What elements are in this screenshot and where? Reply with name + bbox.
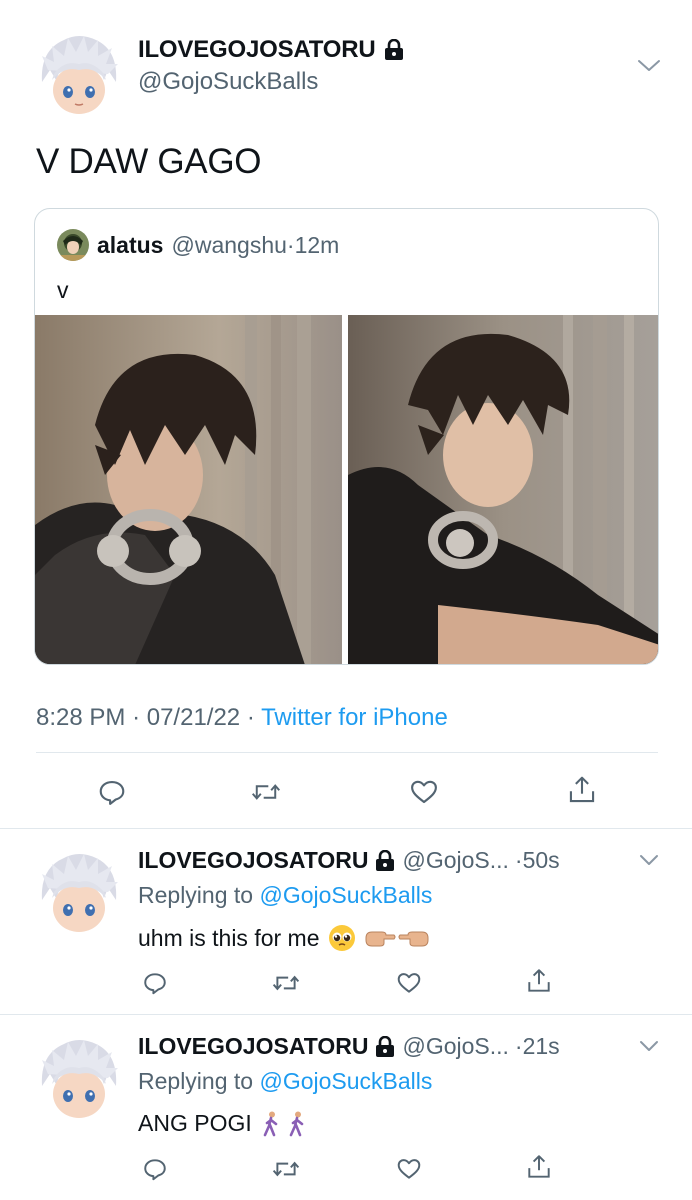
reply-header: ILOVEGOJOSATORU @GojoS... ·21s bbox=[138, 1033, 560, 1060]
tweet-time: 8:28 PM bbox=[36, 704, 126, 731]
reply-header: ILOVEGOJOSATORU @GojoS... ·50s bbox=[138, 847, 560, 874]
reply-display-name[interactable]: ILOVEGOJOSATORU bbox=[138, 847, 368, 874]
retweet-icon[interactable] bbox=[271, 968, 301, 998]
reply-time: ·21s bbox=[514, 1033, 560, 1059]
heart-icon[interactable] bbox=[394, 968, 424, 998]
reply-icon[interactable] bbox=[140, 1154, 170, 1184]
quoted-photo-2[interactable] bbox=[348, 315, 658, 664]
reply-handle[interactable]: @GojoS... bbox=[402, 847, 508, 874]
heart-icon[interactable] bbox=[409, 777, 439, 807]
retweet-icon[interactable] bbox=[251, 777, 281, 807]
quoted-tweet-card[interactable]: alatus @wangshu·12m v bbox=[34, 208, 659, 665]
main-avatar[interactable] bbox=[34, 30, 124, 120]
replying-to-label: Replying to bbox=[138, 1068, 254, 1094]
lock-icon bbox=[374, 849, 396, 872]
tweet-text: V DAW GAGO bbox=[36, 142, 262, 181]
reply-avatar[interactable] bbox=[34, 848, 124, 938]
reply-text: ANG POGI bbox=[138, 1110, 252, 1136]
quoted-tweet-header: alatus @wangshu·12m bbox=[57, 229, 339, 261]
tweet-date: 07/21/22 bbox=[146, 704, 241, 731]
reply-handle[interactable]: @GojoS... bbox=[402, 1033, 508, 1060]
share-icon[interactable] bbox=[567, 775, 597, 805]
divider bbox=[0, 1014, 692, 1015]
pleading-face-emoji bbox=[328, 924, 356, 952]
heart-icon[interactable] bbox=[394, 1154, 424, 1184]
tweet-source-link[interactable]: Twitter for iPhone bbox=[261, 704, 448, 731]
reply-avatar[interactable] bbox=[34, 1034, 124, 1124]
replying-to-mention[interactable]: @GojoSuckBalls bbox=[259, 1068, 432, 1094]
quoted-display-name: alatus bbox=[97, 231, 164, 258]
divider bbox=[0, 828, 692, 829]
chevron-down-icon[interactable] bbox=[638, 1038, 660, 1059]
dot-separator: · bbox=[246, 704, 255, 731]
lock-icon bbox=[374, 1035, 396, 1058]
dot-separator: · bbox=[286, 231, 295, 258]
quoted-time: 12m bbox=[294, 231, 340, 258]
walking-person-emoji bbox=[260, 1111, 316, 1137]
lock-icon bbox=[383, 38, 405, 61]
share-icon[interactable] bbox=[524, 966, 554, 996]
quoted-handle: @wangshu bbox=[171, 231, 287, 258]
quoted-handle-line: @wangshu·12m bbox=[171, 232, 339, 259]
replying-to-mention[interactable]: @GojoSuckBalls bbox=[259, 882, 432, 908]
quoted-avatar bbox=[57, 229, 89, 261]
quoted-photo-1[interactable] bbox=[35, 315, 342, 664]
main-display-name[interactable]: ILOVEGOJOSATORU bbox=[138, 36, 405, 64]
tweet-meta: 8:28 PM · 07/21/22 · Twitter for iPhone bbox=[36, 704, 448, 732]
quoted-tweet-text: v bbox=[57, 277, 69, 303]
replying-to-line: Replying to @GojoSuckBalls bbox=[138, 882, 432, 909]
chevron-down-icon[interactable] bbox=[636, 56, 662, 79]
reply-body: uhm is this for me bbox=[138, 924, 430, 952]
reply-icon[interactable] bbox=[97, 777, 127, 807]
divider bbox=[36, 752, 658, 753]
replying-to-label: Replying to bbox=[138, 882, 254, 908]
pointing-fingers-emoji bbox=[364, 926, 430, 950]
reply-icon[interactable] bbox=[140, 968, 170, 998]
main-handle[interactable]: @GojoSuckBalls bbox=[138, 68, 318, 96]
display-name-text: ILOVEGOJOSATORU bbox=[138, 36, 376, 63]
reply-time: ·50s bbox=[514, 847, 560, 873]
share-icon[interactable] bbox=[524, 1152, 554, 1182]
dot-separator: · bbox=[132, 704, 141, 731]
reply-body: ANG POGI bbox=[138, 1110, 316, 1137]
reply-text: uhm is this for me bbox=[138, 924, 320, 951]
retweet-icon[interactable] bbox=[271, 1154, 301, 1184]
replying-to-line: Replying to @GojoSuckBalls bbox=[138, 1068, 432, 1095]
chevron-down-icon[interactable] bbox=[638, 852, 660, 873]
reply-display-name[interactable]: ILOVEGOJOSATORU bbox=[138, 1033, 368, 1060]
